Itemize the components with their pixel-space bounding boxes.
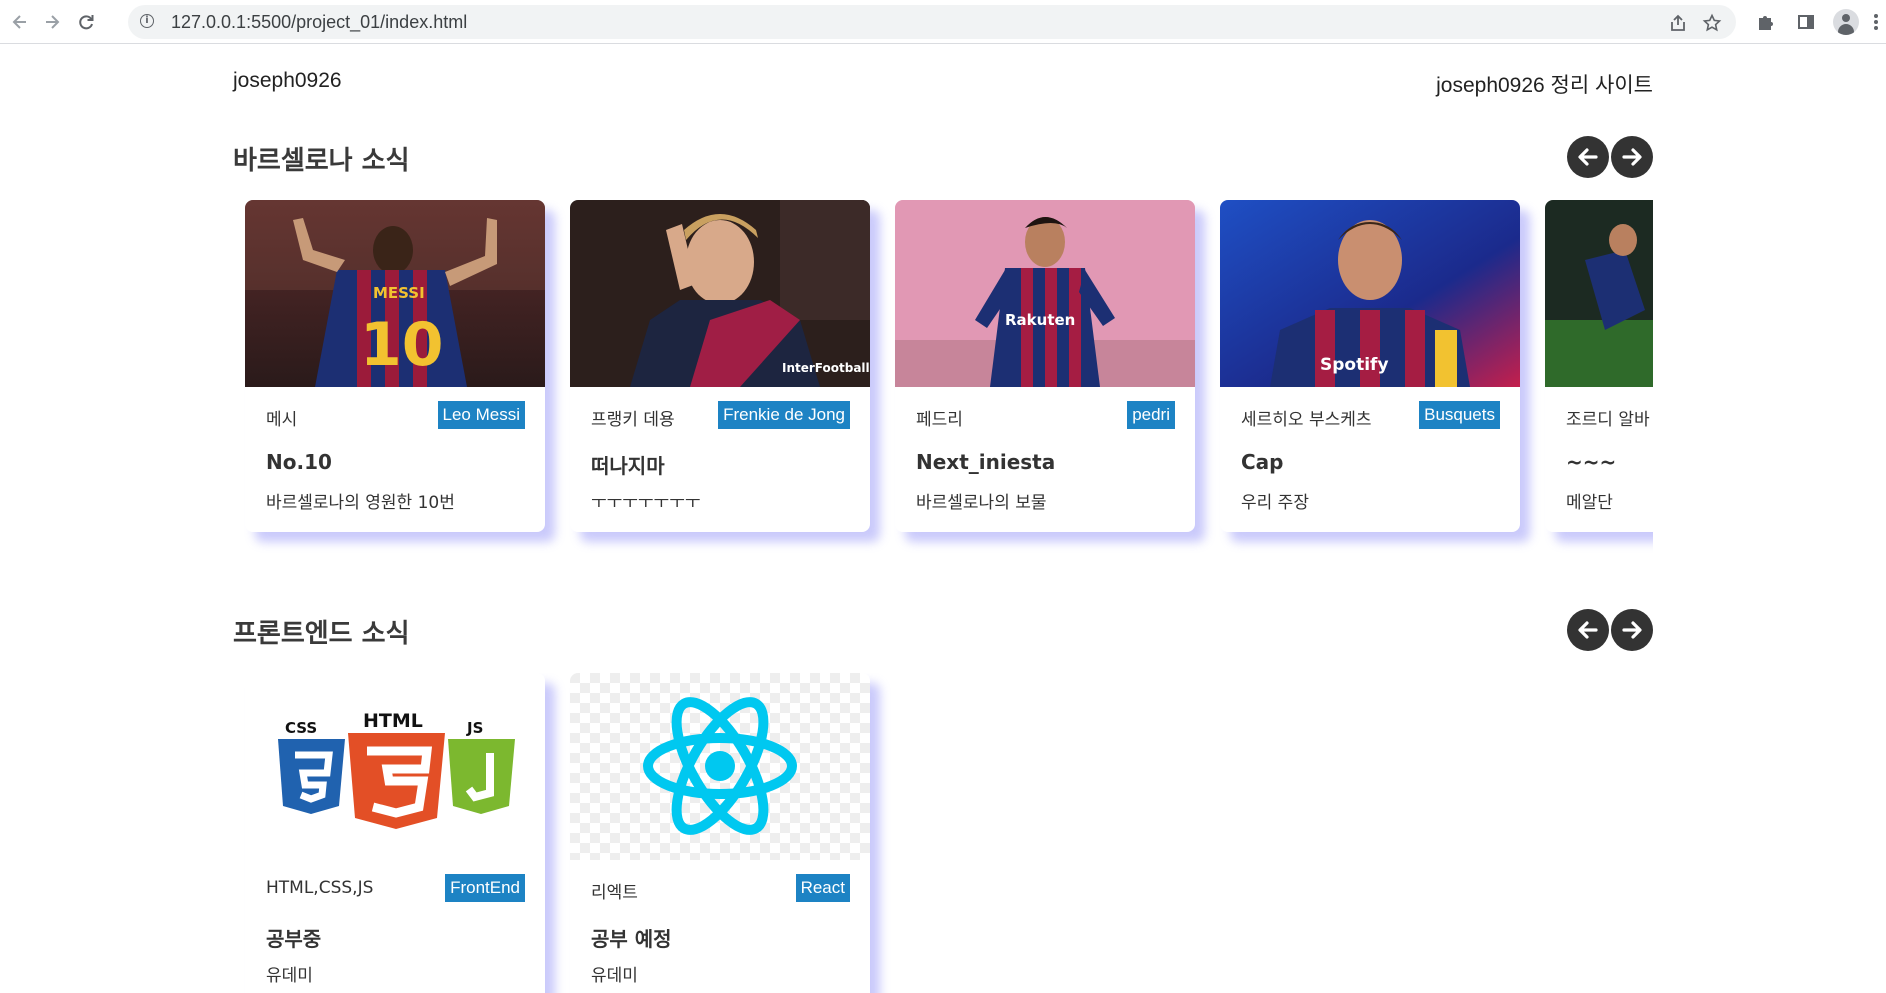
card[interactable]: 리엑트 React 공부 예정 유데미	[570, 673, 870, 993]
card-heading: Cap	[1241, 450, 1284, 474]
site-header: joseph0926 joseph0926 정리 사이트	[233, 69, 1653, 99]
bookmark-star-icon[interactable]	[1700, 11, 1724, 35]
extensions-puzzle-icon[interactable]	[1752, 8, 1780, 36]
card-description: 바르셀로나의 보물	[916, 493, 1047, 513]
card-description: 우리 주장	[1241, 493, 1309, 513]
card-heading: 떠나지마	[591, 454, 665, 478]
arrow-left-icon	[12, 15, 26, 29]
arrow-right-icon	[1622, 621, 1642, 639]
card-name: 메시	[266, 410, 298, 430]
player-photo	[1545, 200, 1653, 387]
player-photo: Rakuten	[895, 200, 1195, 387]
arrow-right-icon	[46, 15, 60, 29]
player-photo: InterFootball	[570, 200, 870, 387]
card-heading: Next_iniesta	[916, 450, 1056, 474]
barcelona-section: 바르셀로나 소식 MESSI 10 메시 Leo Messi No.10 바르셀…	[233, 136, 1653, 580]
jersey-sponsor: Rakuten	[1005, 311, 1075, 329]
more-menu-icon[interactable]	[1874, 14, 1878, 30]
card-tag[interactable]: React	[795, 874, 850, 902]
card-heading: No.10	[266, 450, 332, 474]
card[interactable]: Rakuten 페드리 pedri Next_iniesta 바르셀로나의 보물	[895, 200, 1195, 532]
prev-slide-button[interactable]	[1567, 136, 1609, 178]
card-slider[interactable]: MESSI 10 메시 Leo Messi No.10 바르셀로나의 영원한 1…	[233, 200, 1653, 580]
url-text[interactable]: 127.0.0.1:5500/project_01/index.html	[171, 12, 467, 33]
logo-label-js: JS	[466, 719, 483, 737]
logo-label-css: CSS	[285, 719, 317, 737]
jersey-number: 10	[360, 310, 444, 380]
card-tag[interactable]: Frenkie de Jong	[718, 401, 850, 429]
card-name: 페드리	[916, 410, 963, 430]
card-tag[interactable]: Leo Messi	[437, 401, 525, 429]
arrow-left-icon	[1578, 148, 1598, 166]
card-description: ㅜㅜㅜㅜㅜㅜㅜ	[591, 493, 701, 513]
logo-label-html: HTML	[363, 710, 423, 732]
back-button[interactable]	[6, 8, 34, 36]
site-logo[interactable]: joseph0926	[233, 69, 342, 93]
site-title[interactable]: joseph0926 정리 사이트	[1436, 69, 1653, 99]
next-slide-button[interactable]	[1611, 136, 1653, 178]
html-css-js-logo: CSS HTML JS	[245, 673, 545, 860]
react-logo	[570, 673, 870, 860]
card-name: HTML,CSS,JS	[266, 878, 374, 898]
arrow-right-icon	[1622, 148, 1642, 166]
reload-icon	[79, 15, 94, 30]
prev-slide-button[interactable]	[1567, 609, 1609, 651]
jersey-sponsor: Spotify	[1320, 355, 1389, 375]
card-tag[interactable]: pedri	[1127, 401, 1175, 429]
player-photo: Spotify	[1220, 200, 1520, 387]
forward-button[interactable]	[38, 8, 66, 36]
browser-toolbar: i 127.0.0.1:5500/project_01/index.html	[0, 0, 1886, 44]
card-heading: 공부 예정	[591, 927, 672, 951]
address-bar[interactable]: i 127.0.0.1:5500/project_01/index.html	[128, 5, 1736, 39]
card[interactable]: InterFootball 프랭키 데용 Frenkie de Jong 떠나지…	[570, 200, 870, 532]
section-title: 바르셀로나 소식	[233, 146, 410, 176]
card-heading: ~~~	[1566, 450, 1617, 474]
frontend-section: 프론트엔드 소식 CSS HTML JS HTML,CSS,JS FrontEn…	[233, 609, 1653, 993]
section-title: 프론트엔드 소식	[233, 619, 410, 649]
player-photo: MESSI 10	[245, 200, 545, 387]
card-tag[interactable]: Busquets	[1419, 401, 1500, 429]
reload-button[interactable]	[72, 8, 100, 36]
card[interactable]: MESSI 10 메시 Leo Messi No.10 바르셀로나의 영원한 1…	[245, 200, 545, 532]
card-heading: 공부중	[266, 927, 322, 951]
card-description: 메알단	[1566, 493, 1613, 513]
card[interactable]: CSS HTML JS HTML,CSS,JS FrontEnd 공부중 유데미	[245, 673, 545, 993]
side-panel-icon[interactable]	[1792, 8, 1820, 36]
next-slide-button[interactable]	[1611, 609, 1653, 651]
card-description: 유데미	[266, 966, 313, 986]
card-slider[interactable]: CSS HTML JS HTML,CSS,JS FrontEnd 공부중 유데미	[233, 673, 1653, 993]
card[interactable]: 조르디 알바 ~~~ 메알단	[1545, 200, 1653, 532]
share-icon[interactable]	[1666, 11, 1690, 35]
info-icon[interactable]: i	[140, 14, 154, 28]
card-description: 유데미	[591, 966, 638, 986]
card-name: 프랭키 데용	[591, 410, 675, 430]
photo-watermark: InterFootball	[782, 361, 870, 375]
card-name: 리엑트	[591, 883, 638, 903]
card-tag[interactable]: FrontEnd	[445, 874, 525, 902]
card-description: 바르셀로나의 영원한 10번	[266, 493, 455, 513]
jersey-name: MESSI	[373, 284, 425, 302]
card-name: 세르히오 부스케츠	[1241, 410, 1372, 430]
profile-avatar-icon[interactable]	[1832, 8, 1860, 36]
card-name: 조르디 알바	[1566, 410, 1650, 430]
arrow-left-icon	[1578, 621, 1598, 639]
card[interactable]: Spotify 세르히오 부스케츠 Busquets Cap 우리 주장	[1220, 200, 1520, 532]
